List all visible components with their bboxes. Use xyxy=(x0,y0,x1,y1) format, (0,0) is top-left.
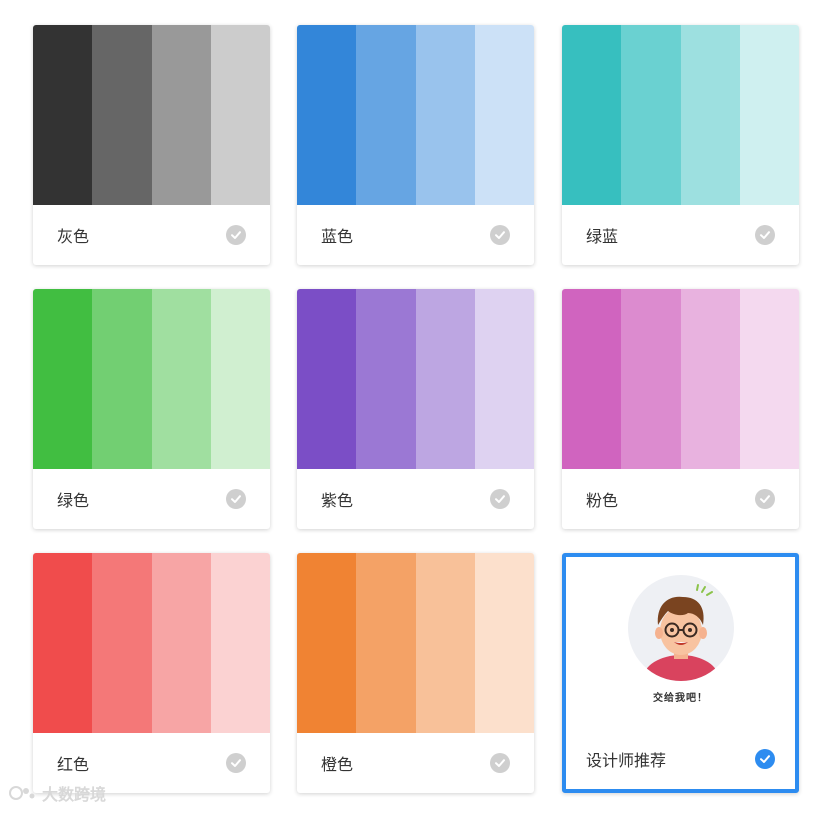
designer-label: 设计师推荐 xyxy=(586,753,667,770)
check-circle-icon xyxy=(226,225,246,245)
swatch xyxy=(151,25,211,205)
swatch xyxy=(562,289,622,469)
card-footer: 橙色 xyxy=(297,733,534,793)
designer-caption: 交给我吧！ xyxy=(653,693,708,704)
swatch xyxy=(680,25,740,205)
swatch xyxy=(92,553,152,733)
check-circle-icon xyxy=(490,753,510,773)
swatch-row xyxy=(562,25,799,205)
palette-label: 红色 xyxy=(57,757,90,774)
palette-label: 紫色 xyxy=(321,493,354,510)
swatch xyxy=(739,25,799,205)
swatch-row xyxy=(297,553,534,733)
designer-avatar xyxy=(627,575,734,681)
swatch xyxy=(621,289,681,469)
swatch xyxy=(92,289,152,469)
watermark: 大数跨境 xyxy=(8,781,106,805)
swatch xyxy=(297,553,357,733)
palette-label: 粉色 xyxy=(586,493,619,510)
swatch xyxy=(415,289,475,469)
card-footer: 蓝色 xyxy=(297,205,534,265)
swatch-row xyxy=(297,289,534,469)
swatch xyxy=(415,25,475,205)
palette-label: 灰色 xyxy=(57,229,90,246)
swatch xyxy=(151,289,211,469)
check-circle-icon xyxy=(226,753,246,773)
palette-card-purple[interactable]: 紫色 xyxy=(297,289,534,529)
swatch xyxy=(297,25,357,205)
designer-face-icon xyxy=(642,584,719,681)
swatch xyxy=(151,553,211,733)
card-footer: 绿蓝 xyxy=(562,205,799,265)
swatch-row xyxy=(33,289,270,469)
palette-card-red[interactable]: 红色 xyxy=(33,553,270,793)
swatch xyxy=(415,553,475,733)
palette-card-green[interactable]: 绿色 xyxy=(33,289,270,529)
swatch xyxy=(621,25,681,205)
palette-label: 橙色 xyxy=(321,757,354,774)
swatch-row xyxy=(562,289,799,469)
swatch xyxy=(474,553,534,733)
swatch-row xyxy=(33,553,270,733)
check-circle-icon xyxy=(755,225,775,245)
palette-card-gray[interactable]: 灰色 xyxy=(33,25,270,265)
swatch xyxy=(356,289,416,469)
palette-label: 绿蓝 xyxy=(586,229,619,246)
swatch xyxy=(210,25,270,205)
card-footer: 紫色 xyxy=(297,469,534,529)
swatch xyxy=(33,553,93,733)
check-circle-icon xyxy=(755,749,775,769)
check-circle-icon xyxy=(490,225,510,245)
swatch-row xyxy=(33,25,270,205)
swatch xyxy=(739,289,799,469)
palette-label: 蓝色 xyxy=(321,229,354,246)
swatch xyxy=(474,289,534,469)
palette-card-blue[interactable]: 蓝色 xyxy=(297,25,534,265)
check-circle-icon xyxy=(226,489,246,509)
card-footer: 粉色 xyxy=(562,469,799,529)
swatch xyxy=(356,25,416,205)
palette-label: 绿色 xyxy=(57,493,90,510)
check-circle-icon xyxy=(490,489,510,509)
swatch xyxy=(92,25,152,205)
swatch xyxy=(33,25,93,205)
swatch-row xyxy=(297,25,534,205)
card-footer: 灰色 xyxy=(33,205,270,265)
watermark-text: 大数跨境 xyxy=(42,787,107,804)
designer-recommend-card[interactable]: 交给我吧！ 设计师推荐 xyxy=(562,553,799,793)
palette-card-orange[interactable]: 橙色 xyxy=(297,553,534,793)
swatch xyxy=(356,553,416,733)
card-footer: 设计师推荐 xyxy=(566,729,795,789)
swatch xyxy=(210,289,270,469)
palette-card-pink[interactable]: 粉色 xyxy=(562,289,799,529)
swatch xyxy=(562,25,622,205)
swatch xyxy=(680,289,740,469)
designer-illustration: 交给我吧！ xyxy=(566,557,795,727)
swatch xyxy=(297,289,357,469)
check-circle-icon xyxy=(755,489,775,509)
watermark-logo-icon xyxy=(9,786,35,800)
swatch xyxy=(210,553,270,733)
swatch xyxy=(33,289,93,469)
swatch xyxy=(474,25,534,205)
card-footer: 绿色 xyxy=(33,469,270,529)
palette-card-teal[interactable]: 绿蓝 xyxy=(562,25,799,265)
